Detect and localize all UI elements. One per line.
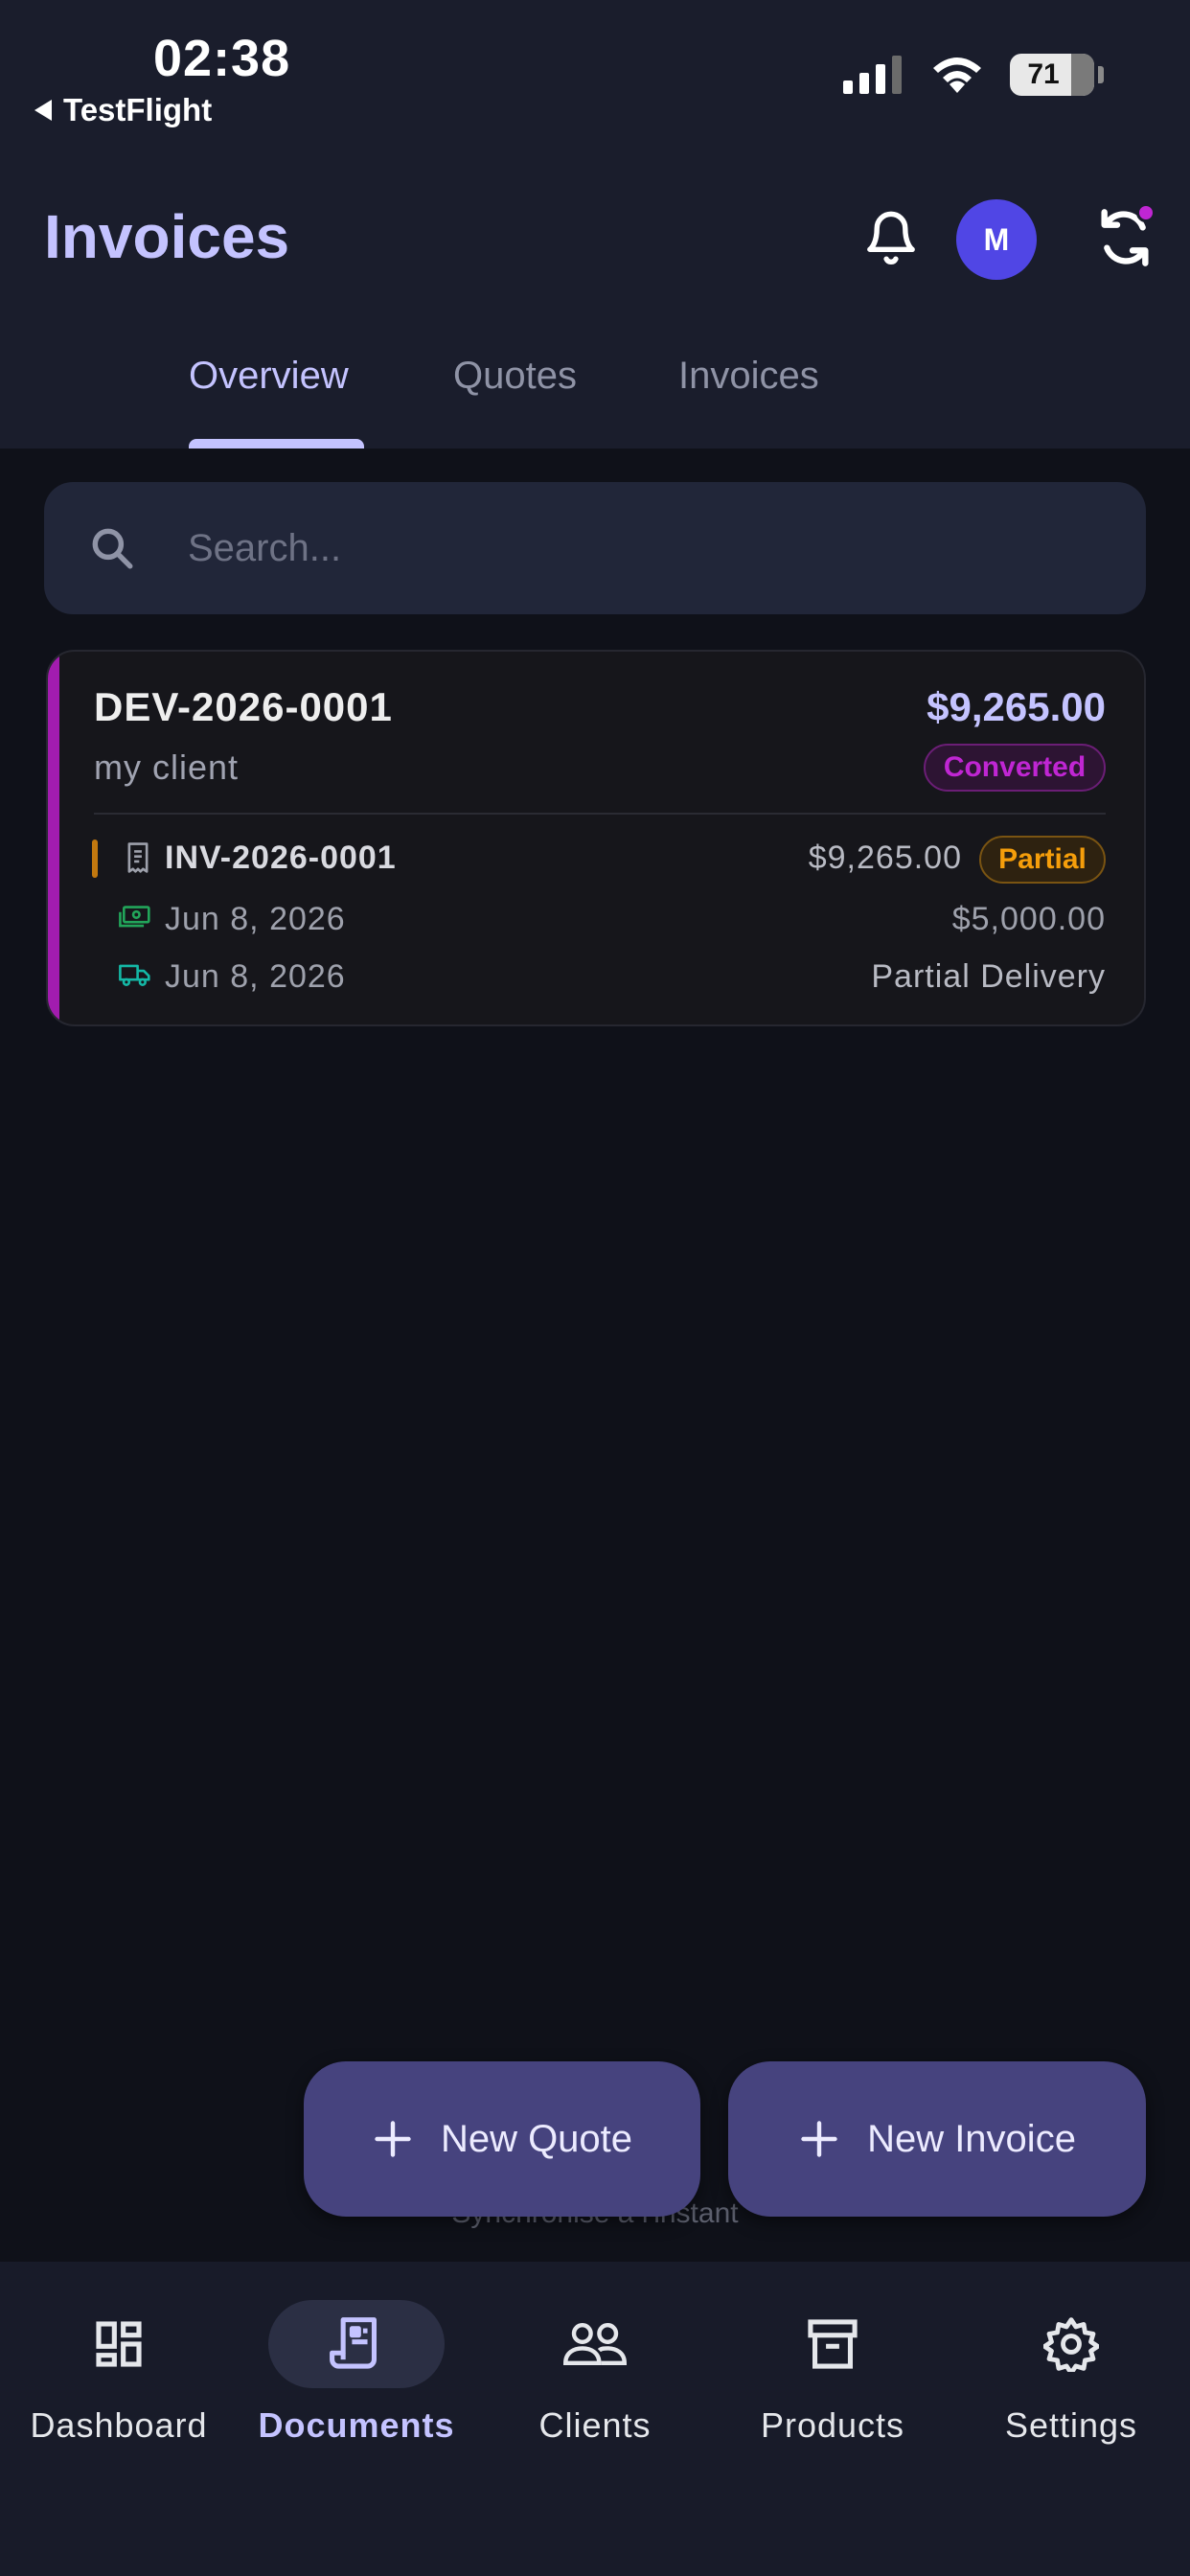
nav-item-documents[interactable]: Documents xyxy=(238,2300,475,2446)
status-time: 02:38 xyxy=(153,30,291,87)
receipt-icon xyxy=(127,842,149,873)
quote-amount: $9,265.00 xyxy=(927,684,1106,729)
avatar[interactable]: M xyxy=(956,199,1037,280)
nav-label-dashboard: Dashboard xyxy=(30,2405,208,2445)
delivery-status: Partial Delivery xyxy=(871,958,1106,995)
linked-invoice-number[interactable]: INV-2026-0001 xyxy=(165,840,397,877)
nav-label-documents: Documents xyxy=(258,2405,455,2445)
plus-icon xyxy=(801,2121,837,2157)
nav-label-clients: Clients xyxy=(538,2405,652,2445)
status-accent-bar xyxy=(48,652,59,1024)
linked-invoice-amount: $9,265.00 xyxy=(808,840,962,876)
status-badge-partial: Partial xyxy=(979,836,1106,884)
tab-invoices[interactable]: Invoices xyxy=(678,355,819,398)
paid-amount: $5,000.00 xyxy=(951,901,1106,937)
quote-number: DEV-2026-0001 xyxy=(94,684,393,729)
battery-level: 71 xyxy=(1027,58,1060,90)
nav-item-clients[interactable]: Clients xyxy=(476,2300,714,2446)
truck-icon xyxy=(119,964,150,986)
nav-item-settings[interactable]: Settings xyxy=(952,2300,1190,2446)
new-quote-label: New Quote xyxy=(440,2117,633,2160)
nav-item-dashboard[interactable]: Dashboard xyxy=(0,2300,238,2446)
signal-icon xyxy=(843,56,902,94)
back-arrow-icon xyxy=(34,100,52,121)
payment-date: Jun 8, 2026 xyxy=(165,901,346,937)
status-indicators: 71 xyxy=(843,54,1104,96)
nav-label-settings: Settings xyxy=(1004,2405,1138,2445)
battery-icon: 71 xyxy=(1010,54,1104,96)
bell-icon xyxy=(867,211,915,264)
back-to-testflight[interactable]: TestFlight xyxy=(34,92,212,128)
nav-item-products[interactable]: Products xyxy=(714,2300,951,2446)
client-name: my client xyxy=(94,748,240,787)
tab-overview[interactable]: Overview xyxy=(189,355,349,398)
nav-label-products: Products xyxy=(760,2405,905,2445)
wifi-icon xyxy=(933,58,981,93)
gear-icon xyxy=(1043,2317,1099,2372)
bottom-navigation: Dashboard Documents Clients Products Set… xyxy=(0,2262,1190,2576)
search-icon xyxy=(92,528,133,569)
delivery-date: Jun 8, 2026 xyxy=(165,958,346,995)
new-invoice-button[interactable]: New Invoice xyxy=(728,2061,1146,2217)
linked-invoice-bar xyxy=(92,840,98,878)
sync-status-dot xyxy=(1136,203,1156,222)
plus-icon xyxy=(375,2121,411,2157)
search-input[interactable] xyxy=(188,515,1108,582)
back-label: TestFlight xyxy=(63,92,213,127)
active-tab-indicator xyxy=(189,439,364,448)
page-title: Invoices xyxy=(44,202,290,271)
dashboard-icon xyxy=(96,2321,142,2367)
receipt-icon xyxy=(330,2317,377,2369)
notifications-button[interactable] xyxy=(862,207,920,273)
document-card[interactable]: DEV-2026-0001 $9,265.00 my client Conver… xyxy=(46,650,1146,1026)
status-badge-converted: Converted xyxy=(924,744,1106,792)
search-bar[interactable] xyxy=(44,482,1146,614)
new-invoice-label: New Invoice xyxy=(867,2117,1076,2160)
tab-quotes[interactable]: Quotes xyxy=(453,355,577,398)
new-quote-button[interactable]: New Quote xyxy=(304,2061,700,2217)
archive-icon xyxy=(808,2319,858,2369)
cash-icon xyxy=(119,906,150,928)
card-divider xyxy=(94,813,1106,815)
users-icon xyxy=(563,2323,627,2365)
